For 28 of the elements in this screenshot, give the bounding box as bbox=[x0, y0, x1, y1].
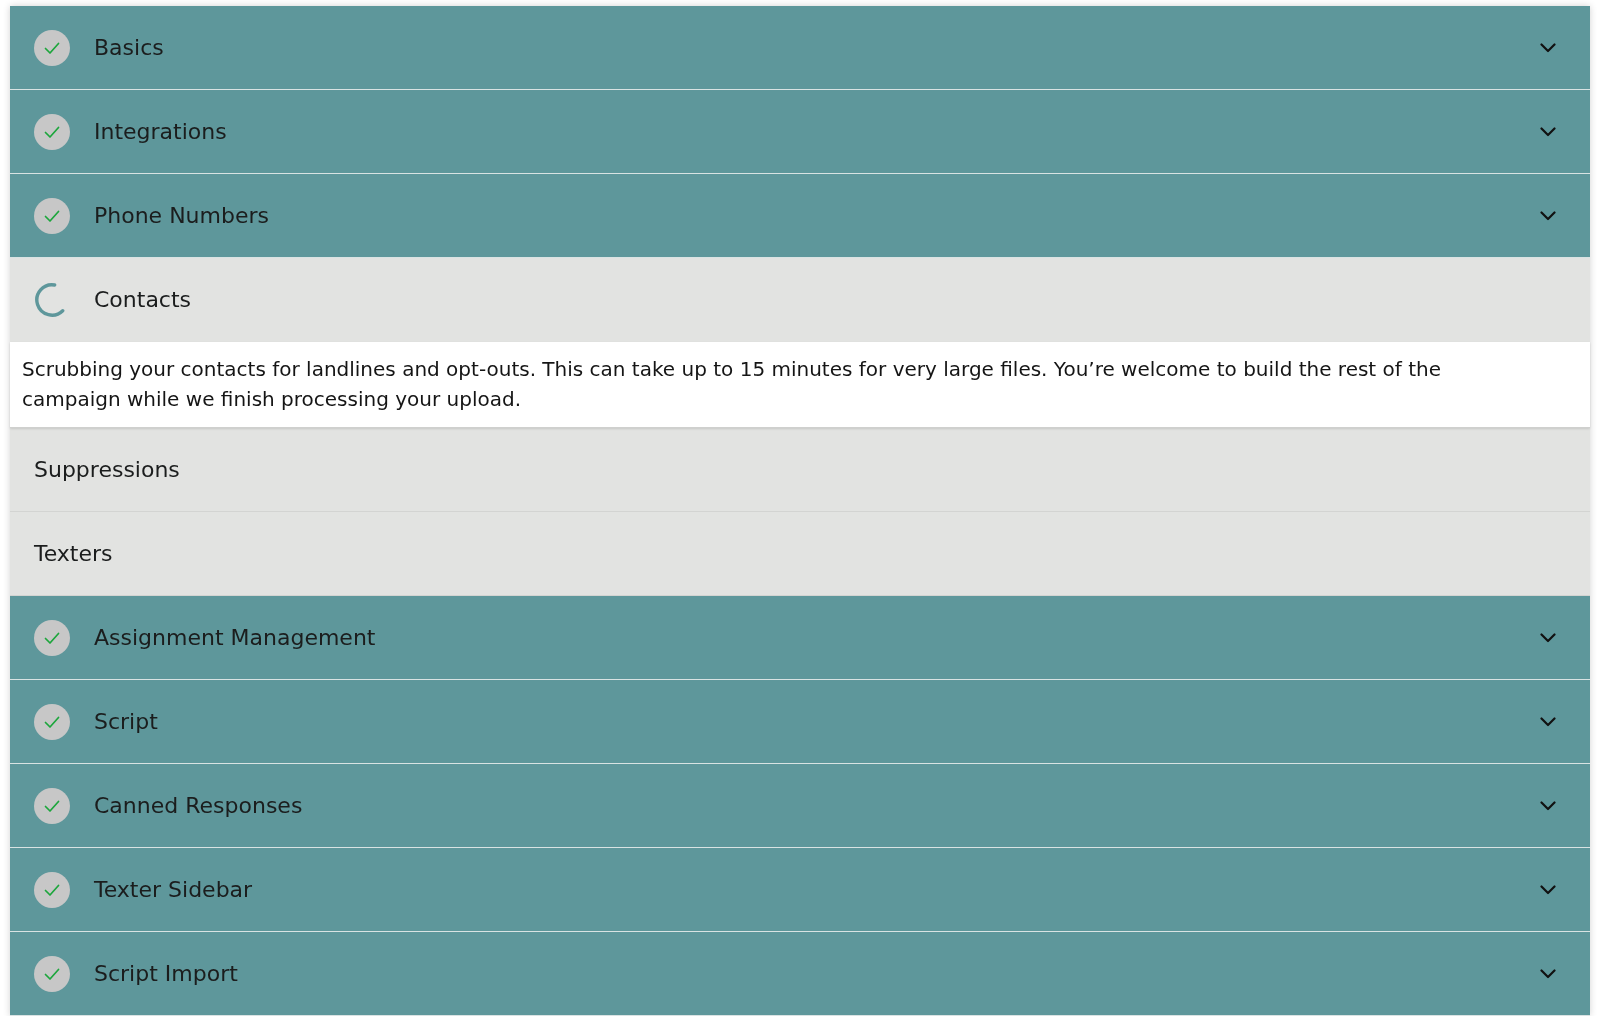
check-icon bbox=[34, 113, 70, 150]
chevron-down-icon bbox=[1540, 800, 1556, 811]
section-header[interactable]: Script Import bbox=[10, 932, 1590, 1016]
section-header[interactable]: Texters bbox=[10, 512, 1590, 596]
chevron-down-icon bbox=[1540, 968, 1556, 979]
section-header[interactable]: Canned Responses bbox=[10, 764, 1590, 848]
section-header[interactable]: Assignment Management bbox=[10, 596, 1590, 680]
check-icon bbox=[34, 787, 70, 824]
chevron-down-icon bbox=[1540, 884, 1556, 895]
section-header[interactable]: Script bbox=[10, 680, 1590, 764]
chevron-down-icon bbox=[1540, 716, 1556, 727]
status-message: Scrubbing your contacts for landlines and opt-outs. This can take up to 15 minutes for very large files. You’re welcome to build the rest of the campaign while we finish processing your upload. bbox=[10, 342, 1590, 428]
chevron-down-icon bbox=[1540, 42, 1556, 53]
chevron-down-icon bbox=[1540, 210, 1556, 221]
check-icon bbox=[34, 619, 70, 656]
check-icon bbox=[34, 703, 70, 740]
section-header[interactable]: Suppressions bbox=[10, 428, 1590, 512]
check-icon bbox=[34, 197, 70, 234]
section-header[interactable]: Contacts bbox=[10, 258, 1590, 342]
chevron-down-icon bbox=[1540, 632, 1556, 643]
chevron-down-icon bbox=[1540, 126, 1556, 137]
section-header[interactable]: Basics bbox=[10, 6, 1590, 90]
check-icon bbox=[34, 871, 70, 908]
section-header[interactable]: Phone Numbers bbox=[10, 174, 1590, 258]
section-header[interactable]: Integrations bbox=[10, 90, 1590, 174]
check-icon bbox=[34, 29, 70, 66]
check-icon bbox=[34, 955, 70, 992]
section-header[interactable]: Texter Sidebar bbox=[10, 848, 1590, 932]
